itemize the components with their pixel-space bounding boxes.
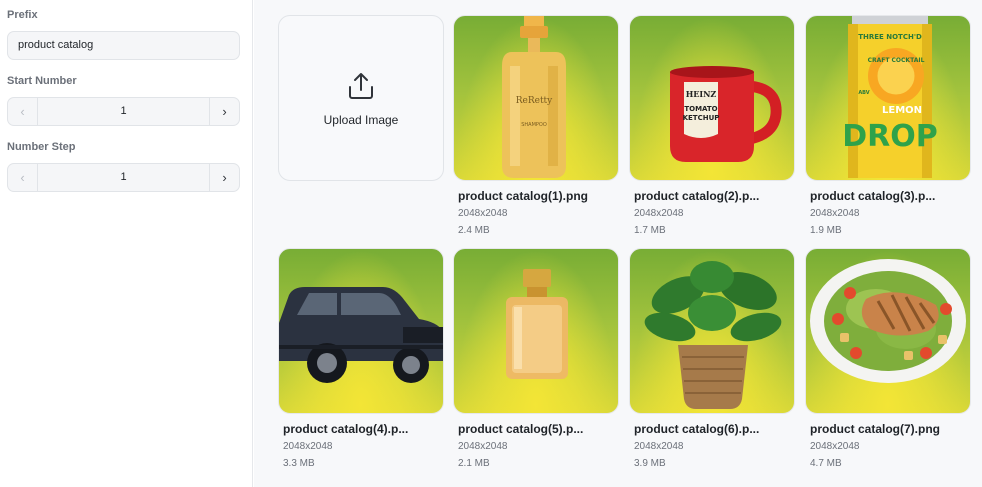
- chevron-right-icon: ›: [222, 104, 227, 119]
- image-dimensions: 2048x2048: [458, 208, 508, 219]
- number-step-label: Number Step: [7, 141, 76, 153]
- soap-type-text: SHAMPOO: [521, 122, 547, 128]
- can-brand-text: THREE NOTCH'D: [858, 33, 922, 41]
- image-dimensions: 2048x2048: [810, 208, 860, 219]
- image-file-size: 2.4 MB: [458, 225, 490, 236]
- suv-image: [279, 287, 443, 383]
- image-card[interactable]: HEINZ TOMATO KETCHUP product catalog(2).…: [629, 15, 795, 236]
- perfume-bottle-image: [506, 269, 568, 379]
- image-card[interactable]: THREE NOTCH'D CRAFT COCKTAIL LEMON DROP …: [805, 15, 971, 236]
- number-step-increment-button[interactable]: ›: [209, 164, 239, 191]
- image-name: product catalog(7).png: [810, 422, 940, 436]
- image-name: product catalog(1).png: [458, 189, 588, 203]
- image-name: product catalog(6).p...: [634, 422, 760, 436]
- start-number-decrement-button[interactable]: ‹: [8, 98, 38, 125]
- image-card[interactable]: product catalog(6).p... 2048x2048 3.9 MB: [629, 248, 795, 469]
- image-dimensions: 2048x2048: [810, 441, 860, 452]
- image-thumbnail[interactable]: [805, 248, 971, 414]
- can-line3-text: DROP: [842, 119, 938, 154]
- drink-can-image: THREE NOTCH'D CRAFT COCKTAIL LEMON DROP …: [842, 16, 938, 178]
- image-thumbnail[interactable]: HEINZ TOMATO KETCHUP: [629, 15, 795, 181]
- image-file-size: 2.1 MB: [458, 458, 490, 469]
- image-name: product catalog(3).p...: [810, 189, 936, 203]
- start-number-increment-button[interactable]: ›: [209, 98, 239, 125]
- start-number-stepper: ‹ 1 ›: [7, 97, 240, 126]
- start-number-input[interactable]: 1: [38, 98, 209, 125]
- mug-line2-text: KETCHUP: [683, 114, 720, 122]
- image-dimensions: 2048x2048: [634, 441, 684, 452]
- image-file-size: 1.9 MB: [810, 225, 842, 236]
- image-card[interactable]: product catalog(5).p... 2048x2048 2.1 MB: [453, 248, 619, 469]
- can-line2-text: LEMON: [882, 105, 922, 116]
- image-name: product catalog(5).p...: [458, 422, 584, 436]
- prefix-input[interactable]: product catalog: [7, 31, 240, 60]
- ketchup-mug-image: HEINZ TOMATO KETCHUP: [670, 66, 782, 162]
- number-step-input[interactable]: 1: [38, 164, 209, 191]
- mug-brand-text: HEINZ: [686, 89, 717, 99]
- upload-image-button[interactable]: Upload Image: [278, 15, 444, 181]
- can-badge-text: ABV: [858, 90, 869, 96]
- potted-plant-image: [644, 261, 782, 409]
- image-thumbnail[interactable]: [278, 248, 444, 414]
- image-thumbnail[interactable]: THREE NOTCH'D CRAFT COCKTAIL LEMON DROP …: [805, 15, 971, 181]
- image-dimensions: 2048x2048: [283, 441, 333, 452]
- can-line1-text: CRAFT COCKTAIL: [868, 57, 925, 64]
- image-card[interactable]: product catalog(7).png 2048x2048 4.7 MB: [805, 248, 971, 469]
- image-thumbnail[interactable]: ReRetty SHAMPOO: [453, 15, 619, 181]
- salad-plate-image: [810, 259, 966, 383]
- image-name: product catalog(4).p...: [283, 422, 409, 436]
- image-file-size: 3.3 MB: [283, 458, 315, 469]
- upload-icon: [349, 73, 373, 99]
- image-gallery: Upload Image ReRetty SHAMPOO product cat…: [254, 0, 982, 487]
- number-step-decrement-button[interactable]: ‹: [8, 164, 38, 191]
- soap-brand-text: ReRetty: [516, 96, 553, 106]
- image-card[interactable]: product catalog(4).p... 2048x2048 3.3 MB: [278, 248, 444, 469]
- chevron-right-icon: ›: [222, 170, 227, 185]
- chevron-left-icon: ‹: [20, 104, 25, 119]
- image-name: product catalog(2).p...: [634, 189, 760, 203]
- image-thumbnail[interactable]: [629, 248, 795, 414]
- image-file-size: 4.7 MB: [810, 458, 842, 469]
- image-dimensions: 2048x2048: [634, 208, 684, 219]
- soap-bottle-image: ReRetty SHAMPOO: [502, 16, 566, 178]
- image-card[interactable]: ReRetty SHAMPOO product catalog(1).png 2…: [453, 15, 619, 236]
- prefix-label: Prefix: [7, 9, 38, 21]
- mug-line1-text: TOMATO: [684, 105, 717, 113]
- image-thumbnail[interactable]: [453, 248, 619, 414]
- chevron-left-icon: ‹: [20, 170, 25, 185]
- start-number-label: Start Number: [7, 75, 77, 87]
- number-step-stepper: ‹ 1 ›: [7, 163, 240, 192]
- image-dimensions: 2048x2048: [458, 441, 508, 452]
- image-file-size: 1.7 MB: [634, 225, 666, 236]
- image-file-size: 3.9 MB: [634, 458, 666, 469]
- upload-image-label: Upload Image: [323, 113, 399, 127]
- settings-panel: Prefix product catalog Start Number ‹ 1 …: [0, 0, 253, 487]
